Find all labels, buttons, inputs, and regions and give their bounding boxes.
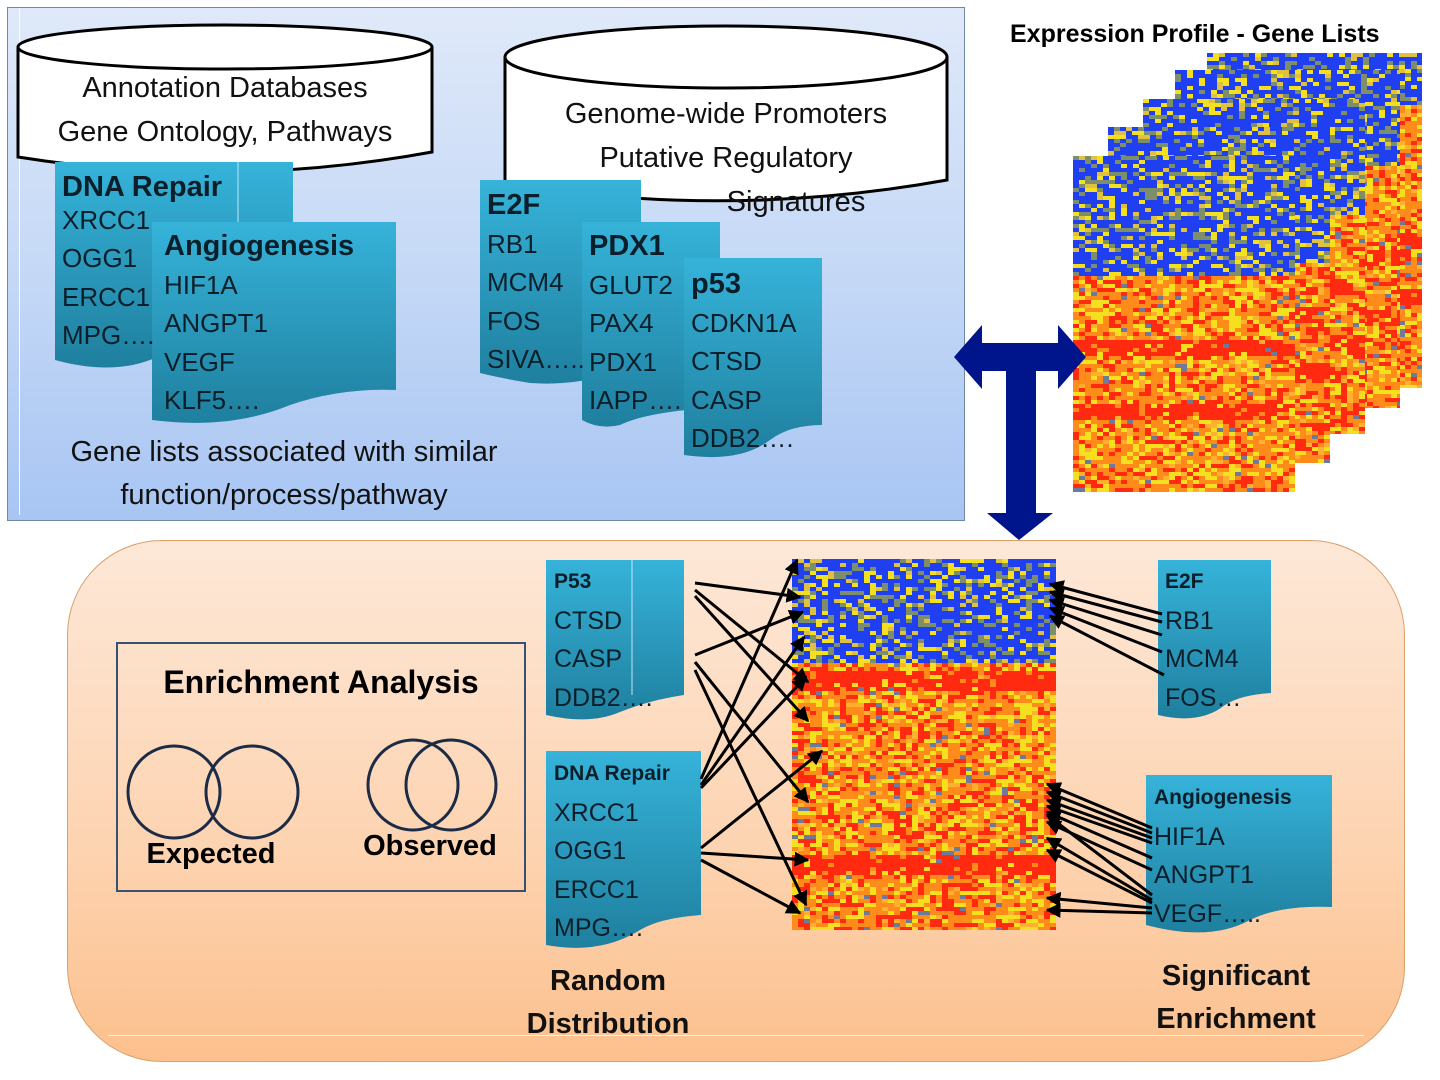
gene-item: DDB2…. [691,423,794,453]
promoter-db-line2: Putative Regulatory [599,142,853,174]
gene-lists-caption: Gene lists associated with similar funct… [20,431,548,517]
gene-item: MCM4 [1165,645,1239,673]
mapping-arrow [1048,580,1163,616]
gene-list-title: E2F [487,189,541,221]
heatmap-layer [1073,156,1295,492]
gene-list-title: p53 [691,268,741,300]
gene-list-title: P53 [554,570,592,593]
gene-item: VEGF [164,346,235,377]
annotation-db-line2: Gene Ontology, Pathways [57,116,393,148]
gene-item: ANGPT1 [164,308,269,338]
gene-item: FOS [487,305,541,336]
mapping-arrow [1045,891,1153,910]
gene-item: ERCC1 [554,875,639,904]
promoter-db-line1: Genome-wide Promoters [564,98,888,130]
random-list-p53: P53 CTSD CASP DDB2…. [554,563,653,717]
gene-item: VEGF….. [1154,899,1261,928]
gene-list-pdx1: PDX1 GLUT2 PAX4 PDX1 IAPP…. [589,227,681,420]
annotation-db-label: Annotation Databases Gene Ontology, Path… [18,66,432,154]
gene-item: RB1 [1165,606,1214,635]
mapping-arrow [1045,848,1153,905]
gene-item: MPG…. [554,914,643,942]
observed-label: Observed [363,830,497,862]
gene-list-title: E2F [1165,570,1204,593]
gene-item: HIF1A [1154,822,1225,851]
caption-line2: Enrichment [1156,1003,1316,1035]
gene-item: CASP [691,384,762,415]
gene-item: ANGPT1 [1154,861,1255,889]
gene-item: KLF5…. [164,385,260,415]
gene-list-title: PDX1 [589,230,665,262]
mapping-arrow [699,675,808,790]
gene-item: PDX1 [589,346,657,377]
random-list-dna-repair: DNA Repair XRCC1 OGG1 ERCC1 MPG…. [554,755,670,948]
gene-item: CDKN1A [691,307,797,338]
mapping-arrow [693,669,808,907]
caption-line1: Gene lists associated with similar [70,436,498,468]
gene-list-title: Angiogenesis [164,230,355,262]
gene-item: DDB2…. [554,683,653,712]
gene-item: CASP [554,645,623,673]
caption-line2: function/process/pathway [120,479,448,511]
mapping-arrow [694,588,810,684]
enrichment-analysis-title: Enrichment Analysis [163,664,479,700]
gene-item: MCM4 [487,267,564,297]
gene-list-angiogenesis: Angiogenesis HIF1A ANGPT1 VEGF KLF5…. [164,227,354,420]
caption-line1: Significant [1161,960,1311,992]
expression-heatmap [792,559,1056,930]
significant-list-e2f: E2F RB1 MCM4 FOS… [1165,563,1241,717]
mapping-arrow [1045,902,1153,918]
gene-item: CTSD [554,606,623,635]
mapping-arrow [693,661,810,804]
mapping-arrow [700,851,810,867]
gene-item: PAX4 [589,308,654,338]
significant-list-angiogenesis: Angiogenesis HIF1A ANGPT1 VEGF….. [1154,779,1292,933]
gene-list-e2f: E2F RB1 MCM4 FOS SIVA….. [487,186,585,379]
mapping-arrow [694,610,805,657]
expression-heatmap-stack [1073,53,1422,492]
caption-line1: Random [550,965,666,997]
caption-line2: Distribution [526,1008,690,1040]
gene-item: IAPP…. [589,385,682,415]
gene-item: RB1 [487,228,538,259]
mapping-arrow [693,594,810,723]
gene-item: CTSD [691,346,762,376]
significant-enrichment-caption: Significant Enrichment [1136,955,1336,1041]
gene-list-p53: p53 CDKN1A CTSD CASP DDB2…. [691,265,796,458]
gene-item: GLUT2 [589,269,673,300]
gene-item: HIF1A [164,269,238,300]
gene-item: SIVA….. [487,344,585,374]
gene-list-title: Angiogenesis [1154,786,1292,809]
gene-list-title: DNA Repair [554,762,670,785]
gene-item: OGG1 [554,837,627,865]
t-double-arrow-icon [954,325,1086,540]
annotation-db-line1: Annotation Databases [82,72,368,104]
expected-label: Expected [146,838,276,870]
gene-item: XRCC1 [554,798,639,827]
random-distribution-caption: Random Distribution [508,960,708,1046]
expression-profile-title: Expression Profile - Gene Lists [1010,20,1380,48]
gene-item: FOS… [1165,683,1242,712]
mapping-arrow [700,858,802,915]
